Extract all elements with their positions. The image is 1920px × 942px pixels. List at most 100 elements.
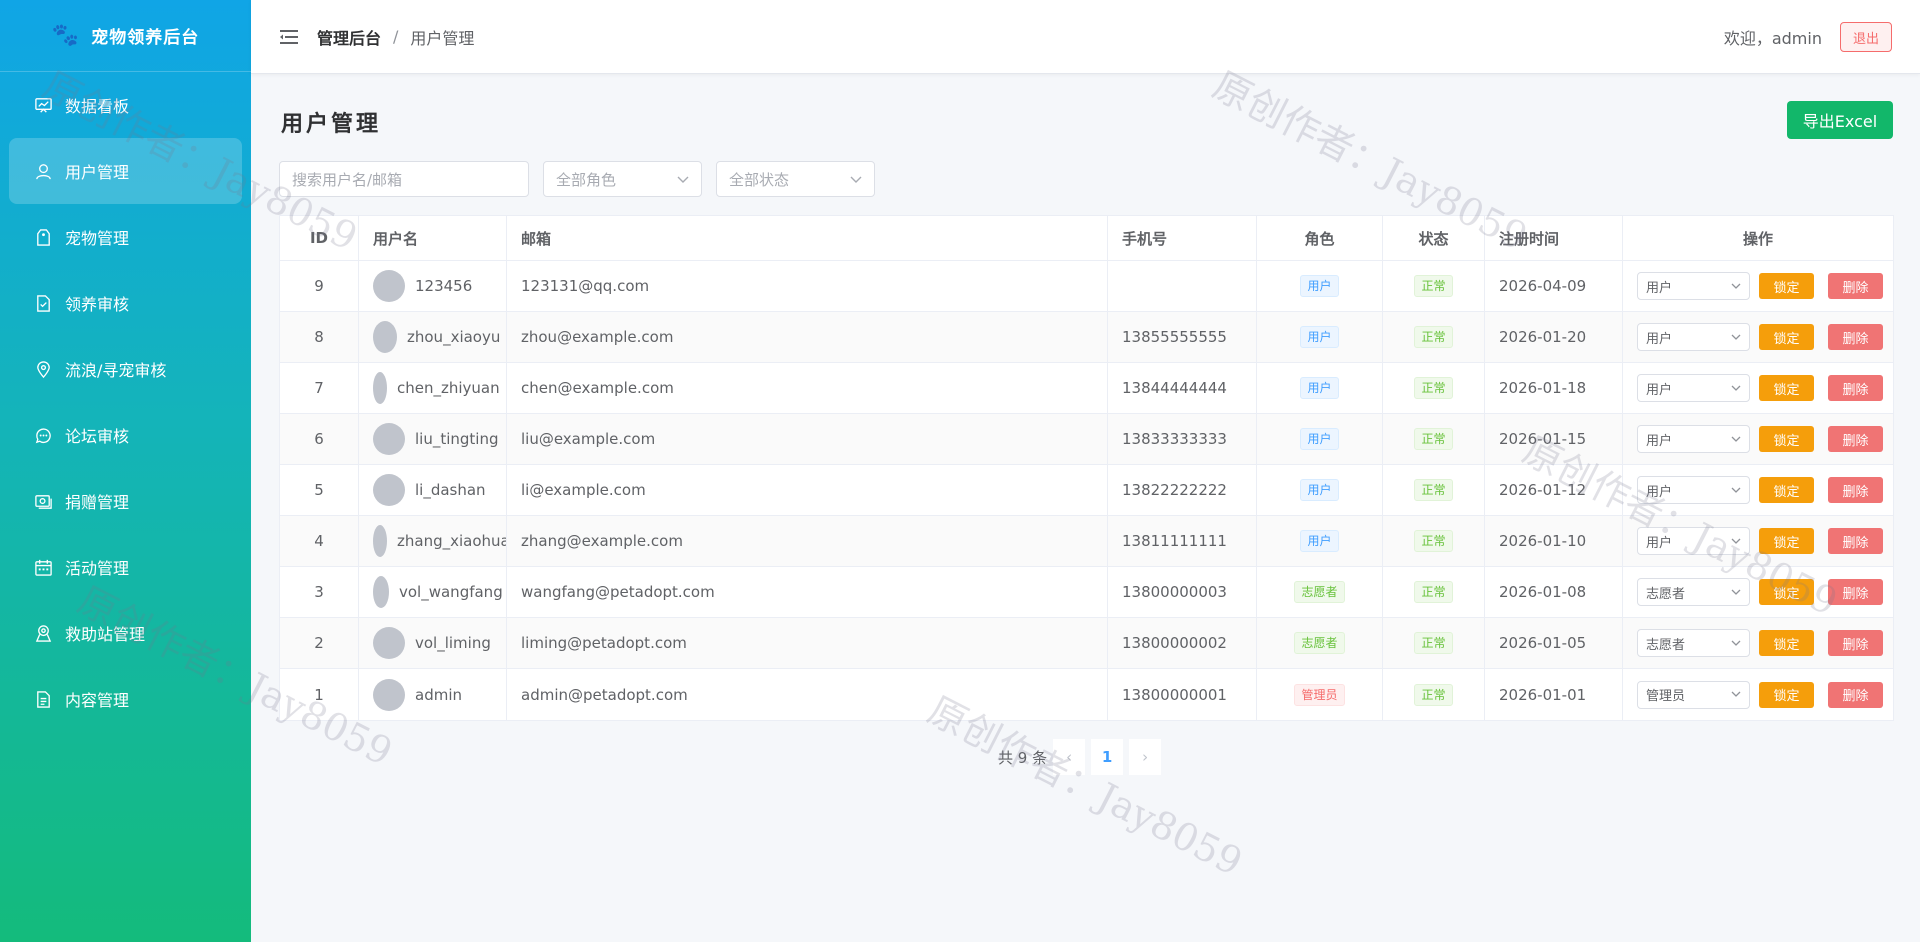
cell-username: li_dashan (359, 465, 507, 515)
col-header-username: 用户名 (359, 216, 507, 260)
table-row: 8 zhou_xiaoyu zhou@example.com 13855555555 用… (280, 312, 1893, 363)
users-table: ID 用户名 邮箱 手机号 角色 状态 注册时间 操作 9 123456 12313… (279, 215, 1894, 721)
sidebar-item-4[interactable]: 流浪/寻宠审核 (0, 336, 251, 402)
welcome-text: 欢迎，admin (1723, 29, 1822, 48)
delete-button[interactable]: 删除 (1828, 579, 1883, 605)
role-select-value: 用户 (1646, 280, 1673, 296)
role-select[interactable]: 管理员 (1637, 680, 1750, 709)
paw-icon: 🐾 (51, 22, 80, 48)
delete-button[interactable]: 删除 (1828, 681, 1883, 708)
prev-page-icon[interactable]: ‹ (1053, 739, 1086, 775)
cell-status: 正常 (1383, 312, 1485, 362)
breadcrumb: 管理后台 / 用户管理 (317, 25, 474, 49)
role-select[interactable]: 志愿者 (1637, 629, 1750, 657)
chevron-down-icon (1731, 687, 1741, 702)
cell-role: 志愿者 (1257, 567, 1383, 617)
role-badge: 用户 (1300, 428, 1339, 450)
sidebar-item-3[interactable]: 领养审核 (0, 270, 251, 336)
current-page[interactable]: 1 (1091, 739, 1124, 775)
role-select[interactable]: 用户 (1637, 476, 1750, 504)
cell-email: admin@petadopt.com (507, 669, 1108, 720)
cell-actions: 用户 锁定 删除 (1623, 516, 1893, 566)
status-badge: 正常 (1414, 479, 1453, 501)
sidebar-item-7[interactable]: 活动管理 (0, 534, 251, 600)
role-select[interactable]: 用户 (1637, 323, 1750, 351)
cell-role: 用户 (1257, 312, 1383, 362)
status-filter-select[interactable]: 全部状态 (716, 161, 875, 197)
lock-button[interactable]: 锁定 (1759, 579, 1814, 605)
logout-button[interactable]: 退出 (1839, 22, 1892, 52)
sidebar-item-9[interactable]: 内容管理 (0, 666, 251, 732)
delete-button[interactable]: 删除 (1828, 426, 1883, 452)
user-icon (34, 162, 53, 181)
export-excel-button[interactable]: 导出Excel (1787, 101, 1893, 139)
status-badge: 正常 (1414, 326, 1453, 348)
search-placeholder: 搜索用户名/邮箱 (292, 170, 403, 189)
breadcrumb-root[interactable]: 管理后台 (317, 25, 381, 49)
lock-button[interactable]: 锁定 (1759, 324, 1814, 350)
avatar (373, 678, 405, 711)
cell-date: 2026-01-10 (1485, 516, 1623, 566)
sidebar-item-label: 内容管理 (65, 691, 130, 710)
cell-date: 2026-01-15 (1485, 414, 1623, 464)
sidebar-item-5[interactable]: 论坛审核 (0, 402, 251, 468)
chevron-down-icon (850, 170, 862, 188)
delete-button[interactable]: 删除 (1828, 630, 1883, 656)
lock-button[interactable]: 锁定 (1759, 426, 1814, 452)
sidebar-item-1[interactable]: 用户管理 (9, 138, 242, 204)
avatar (373, 270, 405, 302)
cell-date: 2026-01-18 (1485, 363, 1623, 413)
sidebar-item-2[interactable]: 宠物管理 (0, 204, 251, 270)
cell-actions: 用户 锁定 删除 (1623, 363, 1893, 413)
role-select-value: 管理员 (1646, 689, 1686, 704)
cell-role: 用户 (1257, 363, 1383, 413)
file-icon (34, 690, 53, 709)
role-select[interactable]: 志愿者 (1637, 578, 1750, 606)
lock-button[interactable]: 锁定 (1759, 477, 1814, 503)
cell-role: 用户 (1257, 261, 1383, 311)
role-filter-select[interactable]: 全部角色 (543, 161, 702, 197)
role-select[interactable]: 用户 (1637, 272, 1750, 300)
menu-toggle-icon[interactable] (279, 27, 299, 47)
sidebar-item-6[interactable]: 捐赠管理 (0, 468, 251, 534)
role-filter-value: 全部角色 (556, 170, 617, 189)
role-select[interactable]: 用户 (1637, 425, 1750, 453)
pagination: 共 9 条 ‹ 1 › (998, 739, 1162, 775)
delete-button[interactable]: 删除 (1828, 528, 1883, 554)
cell-username: liu_tingting (359, 414, 507, 464)
col-header-date: 注册时间 (1485, 216, 1623, 260)
role-select[interactable]: 用户 (1637, 374, 1750, 402)
delete-button[interactable]: 删除 (1828, 477, 1883, 503)
cell-role: 用户 (1257, 414, 1383, 464)
sidebar-item-label: 救助站管理 (65, 625, 146, 644)
cell-id: 4 (280, 516, 359, 566)
lock-button[interactable]: 锁定 (1759, 528, 1814, 554)
next-page-icon[interactable]: › (1129, 739, 1162, 775)
lock-button[interactable]: 锁定 (1759, 375, 1814, 401)
lock-button[interactable]: 锁定 (1759, 273, 1814, 299)
sidebar-item-8[interactable]: 救助站管理 (0, 600, 251, 666)
delete-button[interactable]: 删除 (1828, 375, 1883, 401)
delete-button[interactable]: 删除 (1828, 324, 1883, 350)
lock-button[interactable]: 锁定 (1759, 681, 1814, 708)
username-text: li_dashan (415, 481, 486, 499)
cell-date: 2026-04-09 (1485, 261, 1623, 311)
table-row: 3 vol_wangfang wangfang@petadopt.com 138000… (280, 567, 1893, 618)
role-select[interactable]: 用户 (1637, 527, 1750, 555)
cell-date: 2026-01-12 (1485, 465, 1623, 515)
status-badge: 正常 (1414, 275, 1453, 297)
sidebar-item-0[interactable]: 数据看板 (0, 72, 251, 138)
cell-id: 1 (280, 669, 359, 720)
table-row: 6 liu_tingting liu@example.com 13833333333 用… (280, 414, 1893, 465)
location-icon (34, 360, 53, 379)
app-title: 宠物领养后台 (91, 28, 200, 48)
app-logo[interactable]: 🐾 宠物领养后台 (0, 0, 251, 72)
search-input[interactable]: 搜索用户名/邮箱 (279, 161, 529, 197)
avatar (373, 474, 405, 506)
delete-button[interactable]: 删除 (1828, 273, 1883, 299)
lock-button[interactable]: 锁定 (1759, 630, 1814, 656)
cell-username: vol_wangfang (359, 567, 507, 617)
chevron-down-icon (1731, 432, 1741, 447)
avatar (373, 576, 389, 608)
document-check-icon (34, 294, 53, 313)
